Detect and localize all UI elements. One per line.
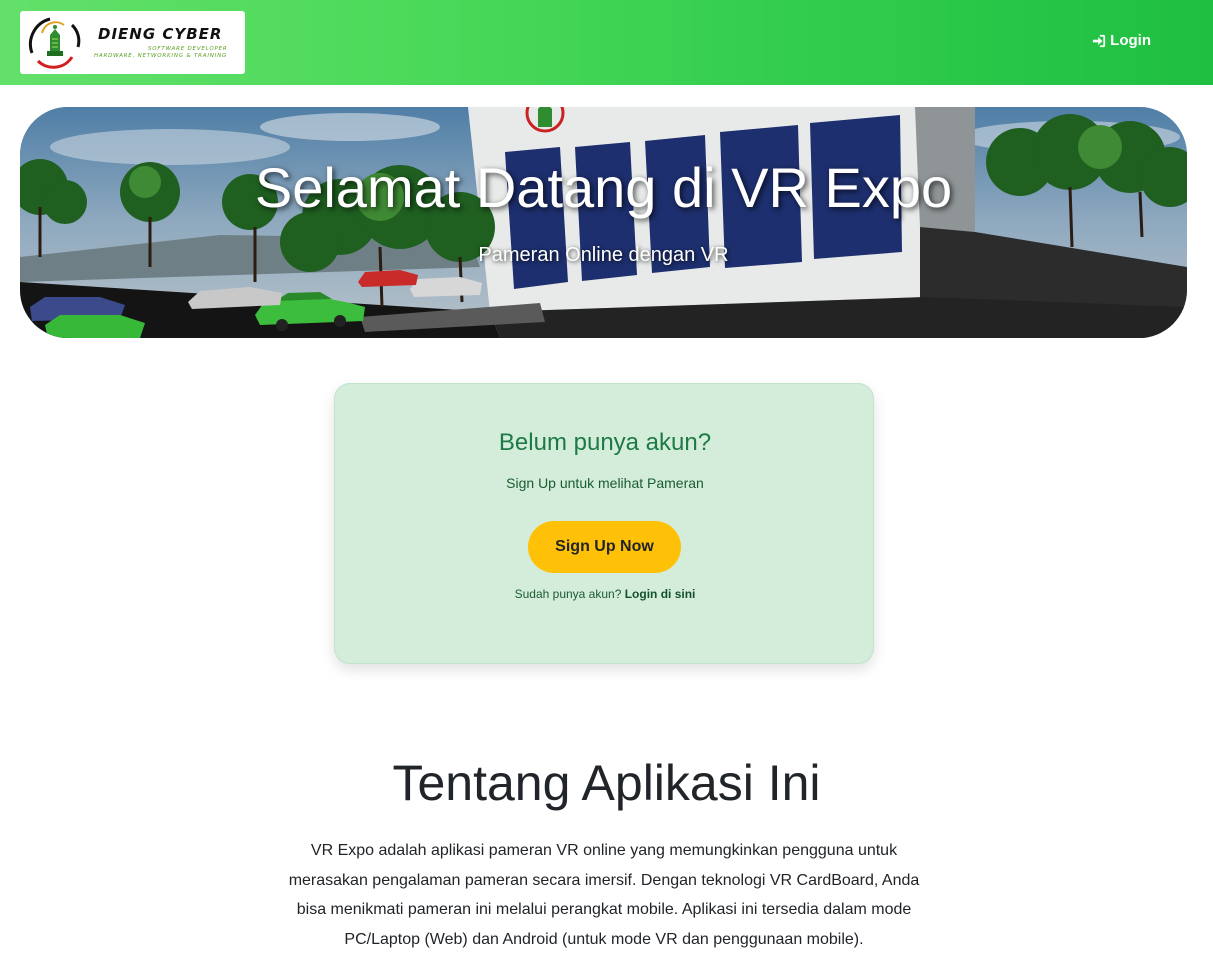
sign-up-button[interactable]: Sign Up Now (528, 521, 681, 573)
login-nav-label: Login (1110, 32, 1151, 49)
logo-tagline-1: SOFTWARE DEVELOPER (148, 46, 228, 52)
login-nav-link[interactable]: Login (1092, 32, 1151, 49)
signup-card-title: Belum punya akun? (498, 429, 712, 456)
login-here-link[interactable]: Login di sini (625, 587, 696, 601)
navbar: DIENG CYBER SOFTWARE DEVELOPER HARDWARE,… (0, 0, 1213, 85)
hero-subtitle: Pameran Online dengan VR (478, 244, 729, 266)
signup-card: Belum punya akun? Sign Up untuk melihat … (334, 383, 874, 664)
signup-card-subtitle: Sign Up untuk melihat Pameran (506, 475, 704, 491)
hero-title: Selamat Datang di VR Expo (254, 156, 953, 219)
sign-in-icon (1093, 34, 1106, 47)
about-description: VR Expo adalah aplikasi pameran VR onlin… (288, 842, 920, 948)
login-prompt-text: Sudah punya akun? (514, 587, 625, 601)
login-prompt: Sudah punya akun? Login di sini (335, 587, 875, 601)
brand-logo[interactable]: DIENG CYBER SOFTWARE DEVELOPER HARDWARE,… (20, 11, 245, 74)
hero-banner: Selamat Datang di VR Expo Pameran Online… (20, 107, 1187, 338)
logo-tagline-2: HARDWARE, NETWORKING & TRAINING (94, 53, 228, 59)
about-title: Tentang Aplikasi Ini (392, 755, 821, 811)
logo-title: DIENG CYBER (98, 25, 223, 43)
hero-background-image (20, 107, 1187, 338)
